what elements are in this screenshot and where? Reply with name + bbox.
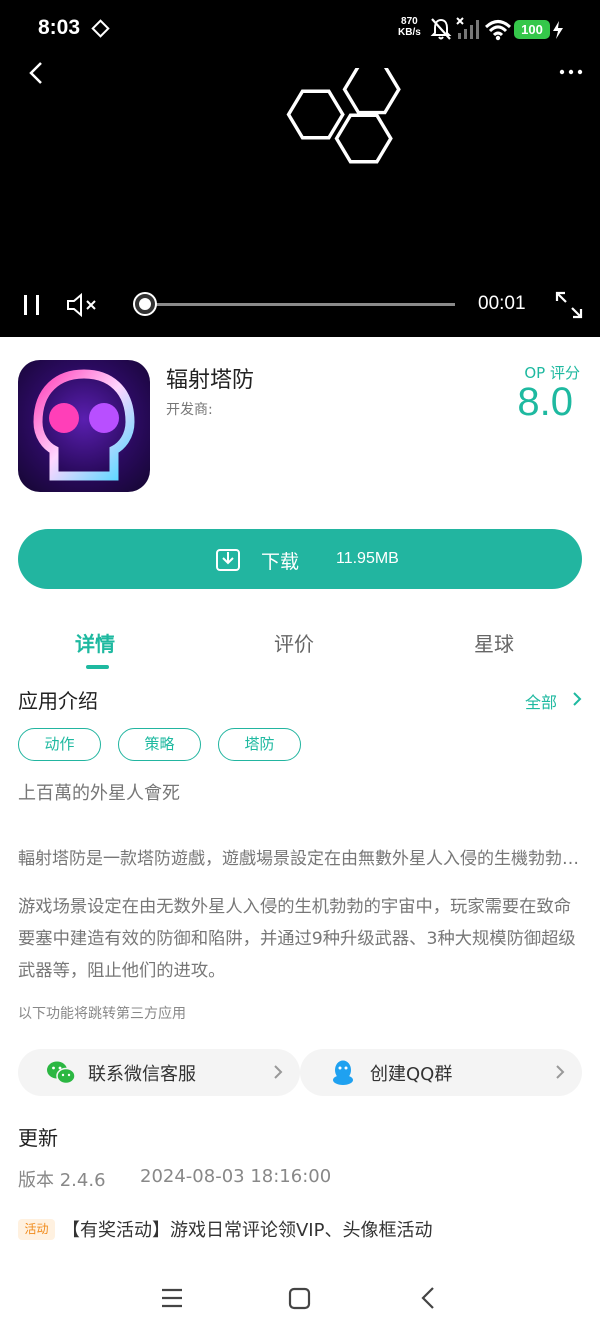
elapsed-time: 00:01	[478, 293, 526, 314]
chevron-right-icon	[274, 1065, 283, 1079]
create-qq-group-button[interactable]: 创建QQ群	[300, 1049, 582, 1096]
progress-bar[interactable]	[135, 303, 455, 306]
back-nav-icon[interactable]	[419, 1285, 437, 1311]
status-bar: 8:03 870 KB/s 100	[0, 0, 600, 60]
wechat-icon	[47, 1061, 76, 1085]
op-score-value: 8.0	[517, 380, 573, 424]
qq-icon	[333, 1060, 353, 1085]
app-summary: 輻射塔防是一款塔防遊戲，遊戲場景設定在由無數外星人入侵的生機勃勃的宇宙中，玩家需…	[18, 849, 582, 869]
download-button[interactable]: 下载 11.95MB	[18, 529, 582, 589]
developer-label: 开发商:	[166, 402, 213, 418]
third-party-note: 以下功能将跳转第三方应用	[18, 1006, 186, 1022]
mute-bell-icon	[430, 18, 452, 40]
tag-tower-defense[interactable]: 塔防	[218, 728, 301, 761]
player-controls: 00:01	[0, 282, 600, 332]
wifi-icon	[485, 20, 511, 41]
location-diamond-icon	[91, 19, 110, 38]
app-name: 辐射塔防	[166, 368, 255, 393]
battery-indicator: 100	[514, 20, 550, 39]
hexagon-logo-icon	[286, 68, 401, 164]
tab-planet[interactable]: 星球	[474, 628, 514, 657]
see-all-link[interactable]: 全部	[525, 689, 557, 713]
chevron-right-icon	[556, 1065, 565, 1079]
tab-details[interactable]: 详情	[75, 628, 115, 657]
menu-icon[interactable]	[160, 1286, 184, 1310]
intro-title: 应用介绍	[18, 689, 98, 713]
download-icon	[216, 549, 240, 571]
tag-action[interactable]: 动作	[18, 728, 101, 761]
download-size: 11.95MB	[336, 550, 399, 567]
cellular-signal-icon	[456, 17, 479, 39]
video-player[interactable]: 8:03 870 KB/s 100 00:01	[0, 0, 600, 337]
version-number: 版本 2.4.6	[18, 1170, 106, 1191]
network-speed: 870 KB/s	[398, 16, 421, 38]
download-label: 下载	[261, 551, 300, 573]
tab-reviews[interactable]: 评价	[274, 628, 314, 657]
skull-icon	[33, 369, 135, 481]
tag-strategy[interactable]: 策略	[118, 728, 201, 761]
home-icon[interactable]	[288, 1287, 311, 1310]
more-options-icon[interactable]	[556, 64, 586, 80]
create-qq-group-label: 创建QQ群	[370, 1064, 453, 1085]
app-icon	[18, 360, 150, 492]
event-link[interactable]: 【有奖活动】游戏日常评论领VIP、头像框活动	[62, 1216, 432, 1242]
event-badge: 活动	[18, 1219, 55, 1240]
status-time: 8:03	[38, 16, 81, 39]
wechat-service-label: 联系微信客服	[88, 1064, 196, 1085]
app-description: 游戏场景设定在由无数外星人入侵的生机勃勃的宇宙中，玩家需要在致命要塞中建造有效的…	[18, 897, 576, 981]
wechat-service-button[interactable]: 联系微信客服	[18, 1049, 300, 1096]
back-arrow-icon[interactable]	[24, 58, 50, 88]
app-slogan: 上百萬的外星人會死	[18, 783, 180, 804]
progress-handle[interactable]	[135, 294, 155, 314]
active-tab-indicator	[86, 665, 109, 669]
speaker-muted-icon[interactable]	[66, 292, 100, 318]
charging-bolt-icon	[553, 21, 563, 39]
chevron-right-icon[interactable]	[570, 690, 584, 708]
update-title: 更新	[18, 1126, 58, 1150]
pause-icon[interactable]	[22, 294, 42, 316]
update-date: 2024-08-03 18:16:00	[140, 1166, 332, 1187]
fullscreen-icon[interactable]	[554, 290, 584, 320]
